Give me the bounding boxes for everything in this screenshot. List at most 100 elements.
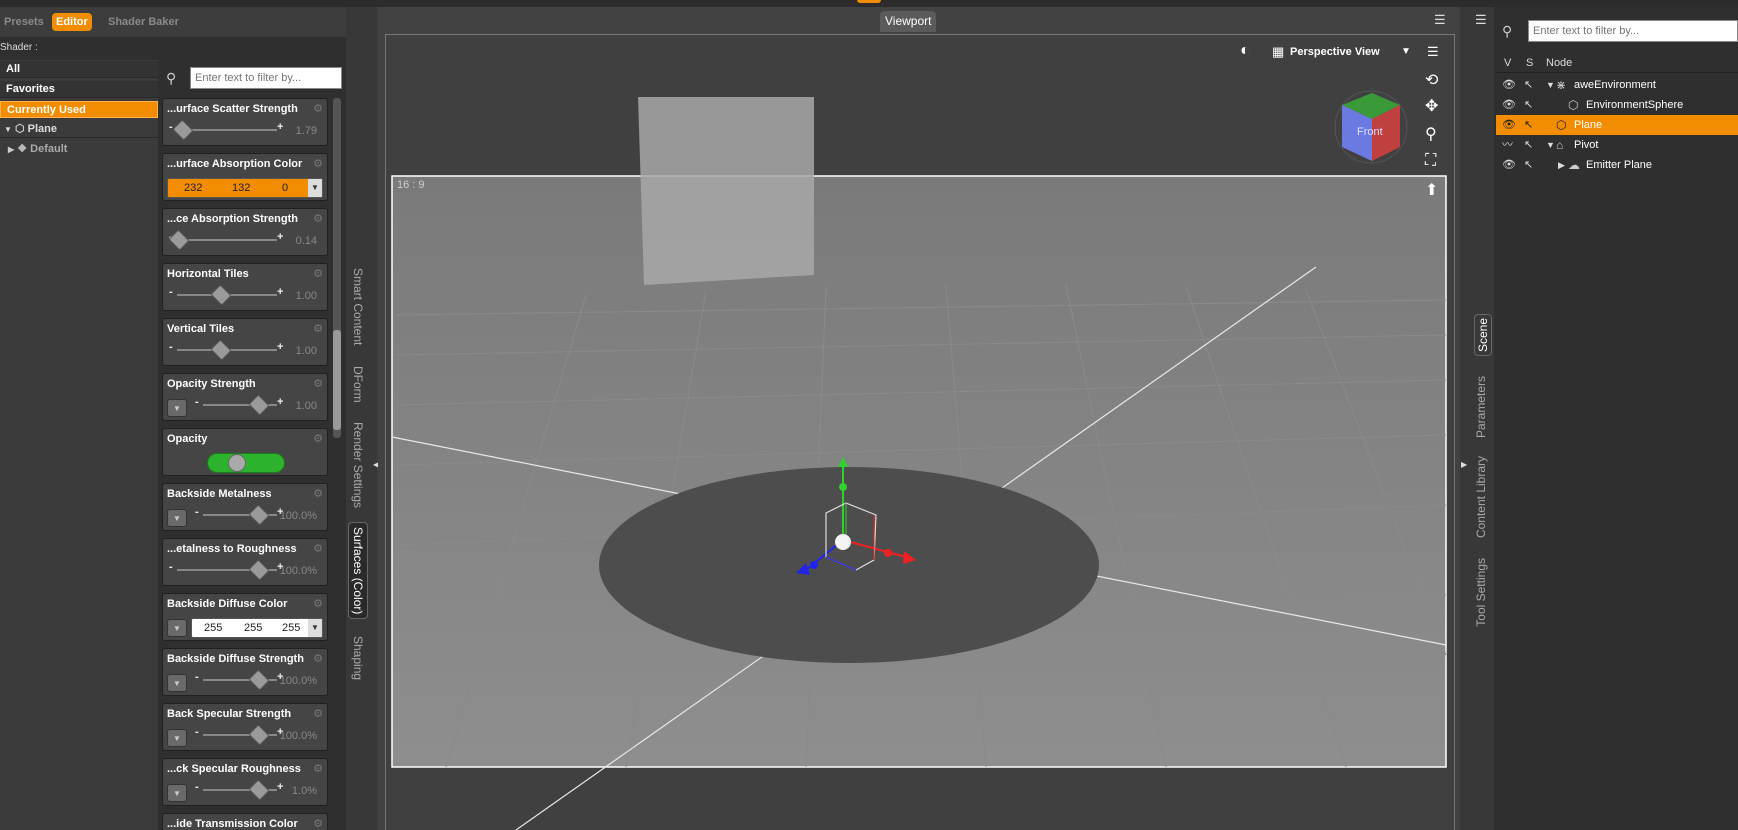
eye-icon[interactable]: 👁 (1502, 95, 1516, 115)
increment-button[interactable]: + (277, 781, 283, 793)
tree-item-plane[interactable]: ▼ ⬡ Plane (0, 121, 158, 138)
toggle-knob[interactable] (228, 454, 246, 472)
gear-icon[interactable]: ⚙ (313, 322, 323, 335)
property-card[interactable]: ...ck Specular Roughness ⚙ ▼ - +1.0% (162, 758, 328, 806)
slider-knob[interactable] (248, 779, 270, 801)
slider-knob[interactable] (248, 669, 270, 691)
scene-node-pivot[interactable]: 〰 ↖ ▼ ⌂ Pivot (1496, 135, 1738, 155)
gear-icon[interactable]: ⚙ (313, 542, 323, 555)
dropdown-icon[interactable]: ▼ (167, 619, 187, 637)
increment-button[interactable]: + (277, 341, 283, 353)
tree-item-favorites[interactable]: Favorites (0, 81, 158, 98)
tab-parameters[interactable]: Parameters (1474, 376, 1488, 438)
increment-button[interactable]: + (277, 396, 283, 408)
gear-icon[interactable]: ⚙ (313, 652, 323, 665)
cursor-icon[interactable]: ↖ (1524, 135, 1533, 155)
gear-icon[interactable]: ⚙ (313, 707, 323, 720)
col-visible[interactable]: V (1504, 57, 1511, 69)
col-selectable[interactable]: S (1526, 57, 1533, 69)
property-value[interactable]: 0.14 (296, 235, 317, 247)
gear-icon[interactable]: ⚙ (313, 762, 323, 775)
cursor-icon[interactable]: ↖ (1524, 155, 1533, 175)
slider-knob[interactable] (210, 339, 232, 361)
tab-scene[interactable]: Scene (1474, 314, 1492, 357)
decrement-button[interactable]: - (195, 671, 199, 683)
col-node[interactable]: Node (1546, 57, 1572, 69)
pan-icon[interactable]: ✥ (1425, 96, 1438, 116)
gear-icon[interactable]: ⚙ (313, 432, 323, 445)
color-channel-b[interactable]: 255 (282, 622, 300, 634)
color-picker-icon[interactable]: ▼ (308, 619, 322, 637)
gear-icon[interactable]: ⚙ (313, 212, 323, 225)
collapse-right-icon[interactable]: ▶ (1461, 460, 1467, 469)
slider-track[interactable] (177, 239, 277, 241)
property-card[interactable]: ...urface Scatter Strength ⚙ - +1.79 (162, 98, 328, 146)
property-card[interactable]: Horizontal Tiles ⚙ - +1.00 (162, 263, 328, 311)
scene-node-emitter-plane[interactable]: 👁 ↖ ▶ ☁ Emitter Plane (1496, 155, 1738, 175)
increment-button[interactable]: + (277, 121, 283, 133)
gear-icon[interactable]: ⚙ (313, 817, 323, 830)
expand-arrow-icon[interactable]: ▼ (1546, 135, 1555, 155)
tab-shaping[interactable]: Shaping (351, 636, 365, 680)
chevron-down-icon[interactable]: ▼ (1401, 46, 1411, 57)
dropdown-icon[interactable]: ▼ (167, 784, 187, 802)
tab-surfaces[interactable]: Surfaces (Color) (348, 522, 368, 620)
orbit-icon[interactable]: ⟲ (1425, 70, 1438, 90)
gear-icon[interactable]: ⚙ (313, 597, 323, 610)
tree-item-default[interactable]: ▶ ❖ Default (0, 141, 158, 158)
eye-icon[interactable]: 👁 (1502, 115, 1516, 135)
color-channel-r[interactable]: 255 (204, 622, 222, 634)
expand-arrow-icon[interactable]: ▶ (8, 145, 14, 154)
tab-presets[interactable]: Presets (0, 13, 48, 31)
property-value[interactable]: 100.0% (280, 565, 317, 577)
property-card[interactable]: ...ce Absorption Strength⚙-+0.14 (162, 208, 328, 256)
slider-knob[interactable] (172, 119, 194, 141)
slider-knob[interactable] (248, 724, 270, 746)
cursor-icon[interactable]: ↖ (1524, 75, 1533, 95)
property-card[interactable]: ...etalness to Roughness ⚙ - +100.0% (162, 538, 328, 586)
draw-style-icon[interactable]: ◐ (1240, 42, 1250, 60)
property-value[interactable]: 100.0% (280, 510, 317, 522)
expand-arrow-icon[interactable]: ▼ (1546, 75, 1555, 95)
scene-node-environmentsphere[interactable]: 👁 ↖ ⬡ EnvironmentSphere (1496, 95, 1738, 115)
property-card[interactable]: Backside Diffuse Strength ⚙ ▼ - +100.0% (162, 648, 328, 696)
decrement-button[interactable]: - (195, 781, 199, 793)
expand-arrow-icon[interactable]: ▼ (4, 125, 12, 134)
dropdown-icon[interactable]: ▼ (167, 729, 187, 747)
property-value[interactable]: 1.00 (296, 290, 317, 302)
scene-filter-input[interactable] (1528, 20, 1738, 42)
viewport-canvas[interactable]: Front (386, 35, 1454, 830)
property-card[interactable]: ...urface Absorption Color ⚙ 232 132 0 ▼ (162, 153, 328, 201)
slider-knob[interactable] (248, 394, 270, 416)
color-channel-r[interactable]: 232 (184, 182, 202, 194)
increment-button[interactable]: + (277, 231, 283, 243)
decrement-button[interactable]: - (195, 726, 199, 738)
dropdown-icon[interactable]: ▼ (167, 509, 187, 527)
scene-menu-icon[interactable]: ☰ (1475, 12, 1487, 28)
increment-button[interactable]: + (277, 286, 283, 298)
decrement-button[interactable]: - (195, 396, 199, 408)
color-picker-icon[interactable]: ▼ (308, 179, 322, 197)
perspective-grid-icon[interactable]: ▦ (1272, 44, 1284, 60)
decrement-button[interactable]: - (169, 341, 173, 353)
color-field[interactable]: 255 255 255 ▼ (191, 618, 323, 638)
tab-content-library[interactable]: Content Library (1474, 456, 1488, 538)
dropdown-icon[interactable]: ▼ (167, 399, 187, 417)
expand-arrow-icon[interactable]: ▶ (1558, 155, 1565, 175)
up-arrow-icon[interactable]: ⬆ (1425, 180, 1438, 200)
property-value[interactable]: 1.0% (292, 785, 317, 797)
tab-dform[interactable]: DForm (351, 366, 365, 403)
frame-icon[interactable]: ⛶ (1425, 152, 1436, 170)
viewport-options-icon[interactable]: ☰ (1427, 44, 1439, 60)
cursor-icon[interactable]: ↖ (1524, 115, 1533, 135)
eye-icon[interactable]: 👁 (1502, 155, 1516, 175)
property-value[interactable]: 100.0% (280, 730, 317, 742)
gear-icon[interactable]: ⚙ (313, 267, 323, 280)
property-card[interactable]: Backside Diffuse Color ⚙ ▼ 255 255 255 ▼ (162, 593, 328, 641)
scene-node-aweenvironment[interactable]: 👁 ↖ ▼ ⋇ aweEnvironment (1496, 75, 1738, 95)
property-card[interactable]: Opacity Strength ⚙ ▼ - +1.00 (162, 373, 328, 421)
tab-render-settings[interactable]: Render Settings (351, 422, 365, 508)
decrement-button[interactable]: - (195, 506, 199, 518)
tab-editor[interactable]: Editor (52, 13, 92, 31)
slider-knob[interactable] (210, 284, 232, 306)
